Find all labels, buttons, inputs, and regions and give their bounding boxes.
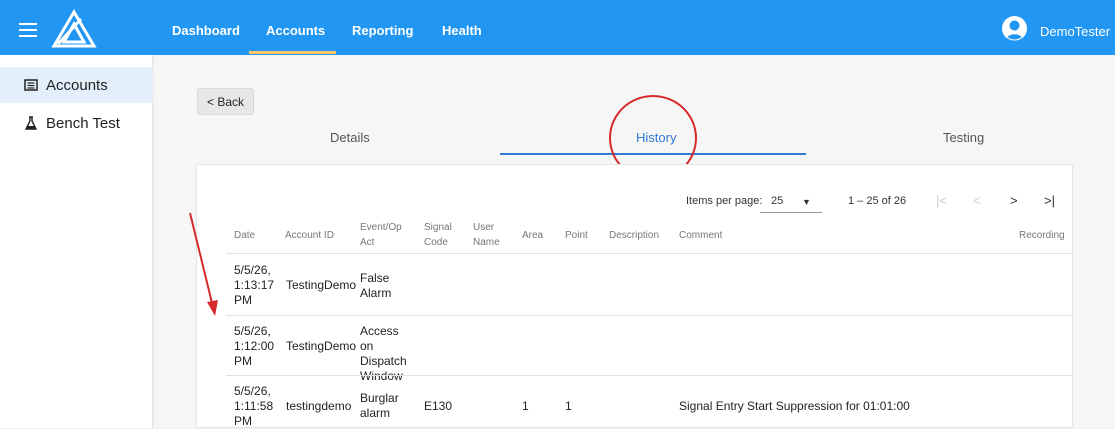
nav-reporting[interactable]: Reporting — [352, 23, 413, 38]
table-header-divider — [226, 253, 1072, 254]
next-page-icon[interactable]: > — [1010, 193, 1018, 208]
column-date[interactable]: Date — [234, 228, 255, 243]
table-row-3-point: 1 — [565, 399, 572, 413]
column-area[interactable]: Area — [522, 228, 543, 243]
column-comment[interactable]: Comment — [679, 228, 722, 243]
items-per-page-underline — [760, 212, 822, 213]
table-row-3-account[interactable]: testingdemo — [286, 399, 351, 414]
table-row-3-date: 5/5/26, 1:11:58 PM — [234, 384, 274, 428]
table-row-1-event: False Alarm — [360, 271, 392, 300]
tab-details[interactable]: Details — [330, 130, 370, 145]
items-per-page-label: Items per page: — [686, 195, 763, 207]
table-row-divider — [226, 375, 1072, 376]
table-row-3-signal: E130 — [424, 399, 453, 413]
tab-testing[interactable]: Testing — [943, 130, 984, 145]
column-event-op-act[interactable]: Event/Op Act — [360, 220, 408, 250]
column-user-name[interactable]: User Name — [473, 220, 503, 250]
table-row-3-comment: Signal Entry Start Suppression for 01:01… — [679, 399, 910, 413]
sidebar-item-label: Accounts — [46, 76, 108, 94]
sidebar-item-accounts[interactable]: Accounts — [0, 67, 153, 103]
nav-health[interactable]: Health — [442, 23, 482, 38]
dropdown-caret-icon[interactable]: ▼ — [802, 197, 811, 207]
list-icon — [24, 79, 38, 91]
page-range-label: 1 – 25 of 26 — [848, 195, 907, 207]
table-row-1-account[interactable]: TestingDemo — [286, 278, 356, 293]
column-signal-code[interactable]: Signal Code — [424, 220, 458, 250]
flask-icon — [24, 116, 38, 130]
table-row-2-date: 5/5/26, 1:12:00 PM — [234, 324, 275, 368]
first-page-icon[interactable]: |< — [936, 193, 947, 208]
last-page-icon[interactable]: >| — [1044, 193, 1055, 208]
table-row-3-area: 1 — [522, 399, 529, 413]
column-recording[interactable]: Recording — [1019, 228, 1065, 243]
items-per-page-select[interactable]: 25 — [771, 195, 783, 207]
back-button[interactable]: < Back — [197, 88, 254, 115]
top-navigation-bar: Dashboard Accounts Reporting Health Demo… — [0, 0, 1115, 55]
app-logo-icon[interactable] — [50, 9, 98, 49]
user-name[interactable]: DemoTester — [1040, 24, 1110, 39]
sidebar-item-label: Bench Test — [46, 114, 120, 132]
column-account-id[interactable]: Account ID — [285, 228, 334, 243]
table-row-3-event: Burglar alarm — [360, 391, 399, 420]
table-row-1-date: 5/5/26, 1:13:17 PM — [234, 263, 275, 307]
user-avatar-icon[interactable] — [1002, 16, 1027, 41]
column-point[interactable]: Point — [565, 228, 588, 243]
table-row-2-account[interactable]: TestingDemo — [286, 339, 356, 354]
nav-dashboard[interactable]: Dashboard — [172, 23, 240, 38]
nav-accounts[interactable]: Accounts — [266, 23, 325, 38]
sidebar: Accounts Bench Test — [0, 55, 153, 428]
column-description[interactable]: Description — [609, 228, 659, 243]
previous-page-icon[interactable]: < — [973, 193, 981, 208]
active-nav-indicator — [249, 51, 336, 54]
table-row-divider — [226, 315, 1072, 316]
sidebar-item-bench-test[interactable]: Bench Test — [0, 105, 153, 141]
menu-icon[interactable] — [19, 23, 37, 37]
